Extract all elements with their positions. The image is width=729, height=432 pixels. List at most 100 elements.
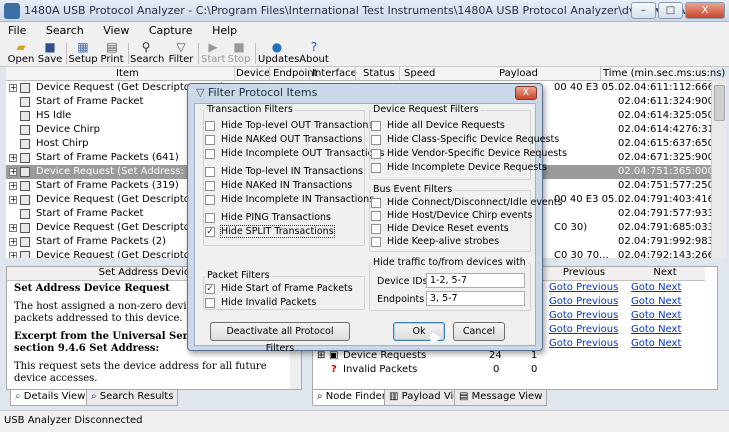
search-button[interactable]: ⚲ Search bbox=[130, 40, 165, 67]
filter-label: Filter bbox=[168, 54, 194, 65]
printer-icon: ▤ bbox=[106, 40, 118, 54]
checkbox-label: Hide Class-Specific Device Requests bbox=[387, 134, 560, 145]
checkbox-box[interactable] bbox=[371, 211, 381, 221]
chirp-icon bbox=[20, 139, 30, 149]
checkbox-box[interactable] bbox=[205, 195, 215, 205]
expand-icon[interactable]: + bbox=[9, 154, 17, 162]
tab-message-view[interactable]: ▤ Message View bbox=[454, 390, 548, 406]
col-interface[interactable]: Interface bbox=[312, 68, 357, 79]
cancel-button[interactable]: Cancel bbox=[453, 322, 505, 341]
col-endpoint[interactable]: Endpoint bbox=[273, 68, 318, 79]
chirp-icon bbox=[20, 125, 30, 135]
goto-next-link[interactable]: Goto Next bbox=[631, 282, 681, 293]
updates-button[interactable]: ● Updates bbox=[258, 40, 299, 67]
expand-icon[interactable]: + bbox=[9, 252, 17, 258]
menu-capture[interactable]: Capture bbox=[141, 22, 201, 39]
menu-help[interactable]: Help bbox=[204, 22, 245, 39]
checkbox-box[interactable] bbox=[205, 135, 215, 145]
checkbox-label: Hide Top-level IN Transactions bbox=[221, 166, 363, 177]
menu-view[interactable]: View bbox=[95, 22, 137, 39]
row-time: 02.04:611:324:900 bbox=[618, 96, 711, 107]
device-request-icon bbox=[20, 167, 30, 177]
checkbox-box[interactable] bbox=[205, 298, 215, 308]
stop-button[interactable]: ■ Stop bbox=[227, 40, 251, 67]
row-time: 02.04:615:637:650 bbox=[618, 138, 711, 149]
expand-icon[interactable]: + bbox=[9, 196, 17, 204]
goto-next-link[interactable]: Goto Next bbox=[631, 296, 681, 307]
tab-details-view[interactable]: ⌕ Details View bbox=[10, 390, 91, 406]
dialog-close-button[interactable]: X bbox=[515, 86, 537, 100]
node-row-count: 0 bbox=[493, 364, 500, 375]
endpoints-input[interactable]: 3, 5-7 bbox=[426, 291, 525, 306]
funnel-icon: ▽ bbox=[176, 40, 186, 54]
scroll-thumb[interactable] bbox=[714, 85, 725, 121]
checkbox-box[interactable] bbox=[205, 121, 215, 131]
checkbox-box[interactable] bbox=[371, 163, 381, 173]
goto-previous-link[interactable]: Goto Previous bbox=[549, 296, 618, 307]
checkbox-box[interactable] bbox=[205, 213, 215, 223]
search-label: Search bbox=[130, 54, 165, 65]
goto-previous-link[interactable]: Goto Previous bbox=[549, 324, 618, 335]
stop-icon: ■ bbox=[233, 40, 245, 54]
device-request-icon bbox=[20, 251, 30, 258]
row-time: 02.04:791:577:933 bbox=[618, 208, 711, 219]
help-icon: ? bbox=[310, 40, 318, 54]
minimize-button[interactable]: – bbox=[631, 2, 656, 19]
tab-search-results[interactable]: ⌕ Search Results bbox=[86, 390, 179, 406]
expand-icon[interactable]: + bbox=[9, 168, 17, 176]
setup-button[interactable]: ▦ Setup bbox=[68, 40, 98, 67]
about-label: About bbox=[299, 54, 329, 65]
menu-search[interactable]: Search bbox=[38, 22, 92, 39]
device-ids-input[interactable]: 1-2, 5-7 bbox=[426, 273, 525, 288]
status-text: USB Analyzer Disconnected bbox=[4, 415, 143, 426]
print-button[interactable]: ▤ Print bbox=[99, 40, 125, 67]
expand-icon[interactable]: + bbox=[9, 238, 17, 246]
checkbox-box[interactable]: ✓ bbox=[205, 284, 215, 294]
goto-previous-link[interactable]: Goto Previous bbox=[549, 338, 618, 349]
details-heading: Set Address Device Request bbox=[14, 283, 170, 294]
checkbox-box[interactable] bbox=[371, 121, 381, 131]
expand-icon[interactable]: + bbox=[9, 84, 17, 92]
checkbox-box[interactable] bbox=[371, 135, 381, 145]
menu-file[interactable]: File bbox=[0, 22, 34, 39]
checkbox-box[interactable] bbox=[205, 167, 215, 177]
expand-icon[interactable]: ⊞ bbox=[317, 350, 325, 361]
packet-icon bbox=[20, 153, 30, 163]
checkbox-box[interactable]: ✓ bbox=[205, 227, 215, 237]
checkbox-box[interactable] bbox=[371, 224, 381, 234]
col-payload[interactable]: Payload bbox=[499, 68, 538, 79]
goto-previous-link[interactable]: Goto Previous bbox=[549, 310, 618, 321]
about-button[interactable]: ? About bbox=[299, 40, 329, 67]
node-row[interactable]: ? Invalid Packets 0 0 bbox=[313, 363, 717, 377]
checkbox-box[interactable] bbox=[205, 149, 215, 159]
tab-label: Search Results bbox=[99, 391, 174, 402]
goto-next-link[interactable]: Goto Next bbox=[631, 324, 681, 335]
node-row[interactable]: ⊞ ▣ Device Requests 24 1 bbox=[313, 349, 717, 363]
checkbox-box[interactable] bbox=[371, 237, 381, 247]
col-status[interactable]: Status bbox=[363, 68, 395, 79]
maximize-button[interactable]: □ bbox=[658, 2, 683, 19]
checkbox-box[interactable] bbox=[205, 181, 215, 191]
deactivate-filters-button[interactable]: Deactivate all Protocol Filters bbox=[210, 322, 350, 354]
dialog-title-text: Filter Protocol Items bbox=[207, 86, 318, 99]
filter-button[interactable]: ▽ Filter bbox=[167, 40, 195, 67]
close-button[interactable]: X bbox=[685, 2, 725, 19]
start-button[interactable]: ▶ Start bbox=[201, 40, 225, 67]
save-label: Save bbox=[37, 54, 63, 65]
goto-next-link[interactable]: Goto Next bbox=[631, 310, 681, 321]
open-button[interactable]: ▰ Open bbox=[6, 40, 36, 67]
col-speed[interactable]: Speed bbox=[404, 68, 435, 79]
expand-icon[interactable]: + bbox=[9, 182, 17, 190]
col-item[interactable]: Item bbox=[116, 68, 139, 79]
checkbox-box[interactable] bbox=[371, 149, 381, 159]
save-button[interactable]: ■ Save bbox=[36, 40, 64, 67]
row-label: Start of Frame Packets (641) bbox=[36, 152, 179, 163]
expand-icon[interactable]: + bbox=[9, 224, 17, 232]
col-time[interactable]: Time (min.sec.ms:us:ns) bbox=[603, 68, 725, 79]
tree-scrollbar[interactable] bbox=[711, 81, 726, 258]
goto-previous-link[interactable]: Goto Previous bbox=[549, 282, 618, 293]
tab-node-finder[interactable]: ⌕ Node Finder bbox=[312, 390, 391, 406]
goto-next-link[interactable]: Goto Next bbox=[631, 338, 681, 349]
col-device[interactable]: Device bbox=[236, 68, 270, 79]
checkbox-box[interactable] bbox=[371, 198, 381, 208]
